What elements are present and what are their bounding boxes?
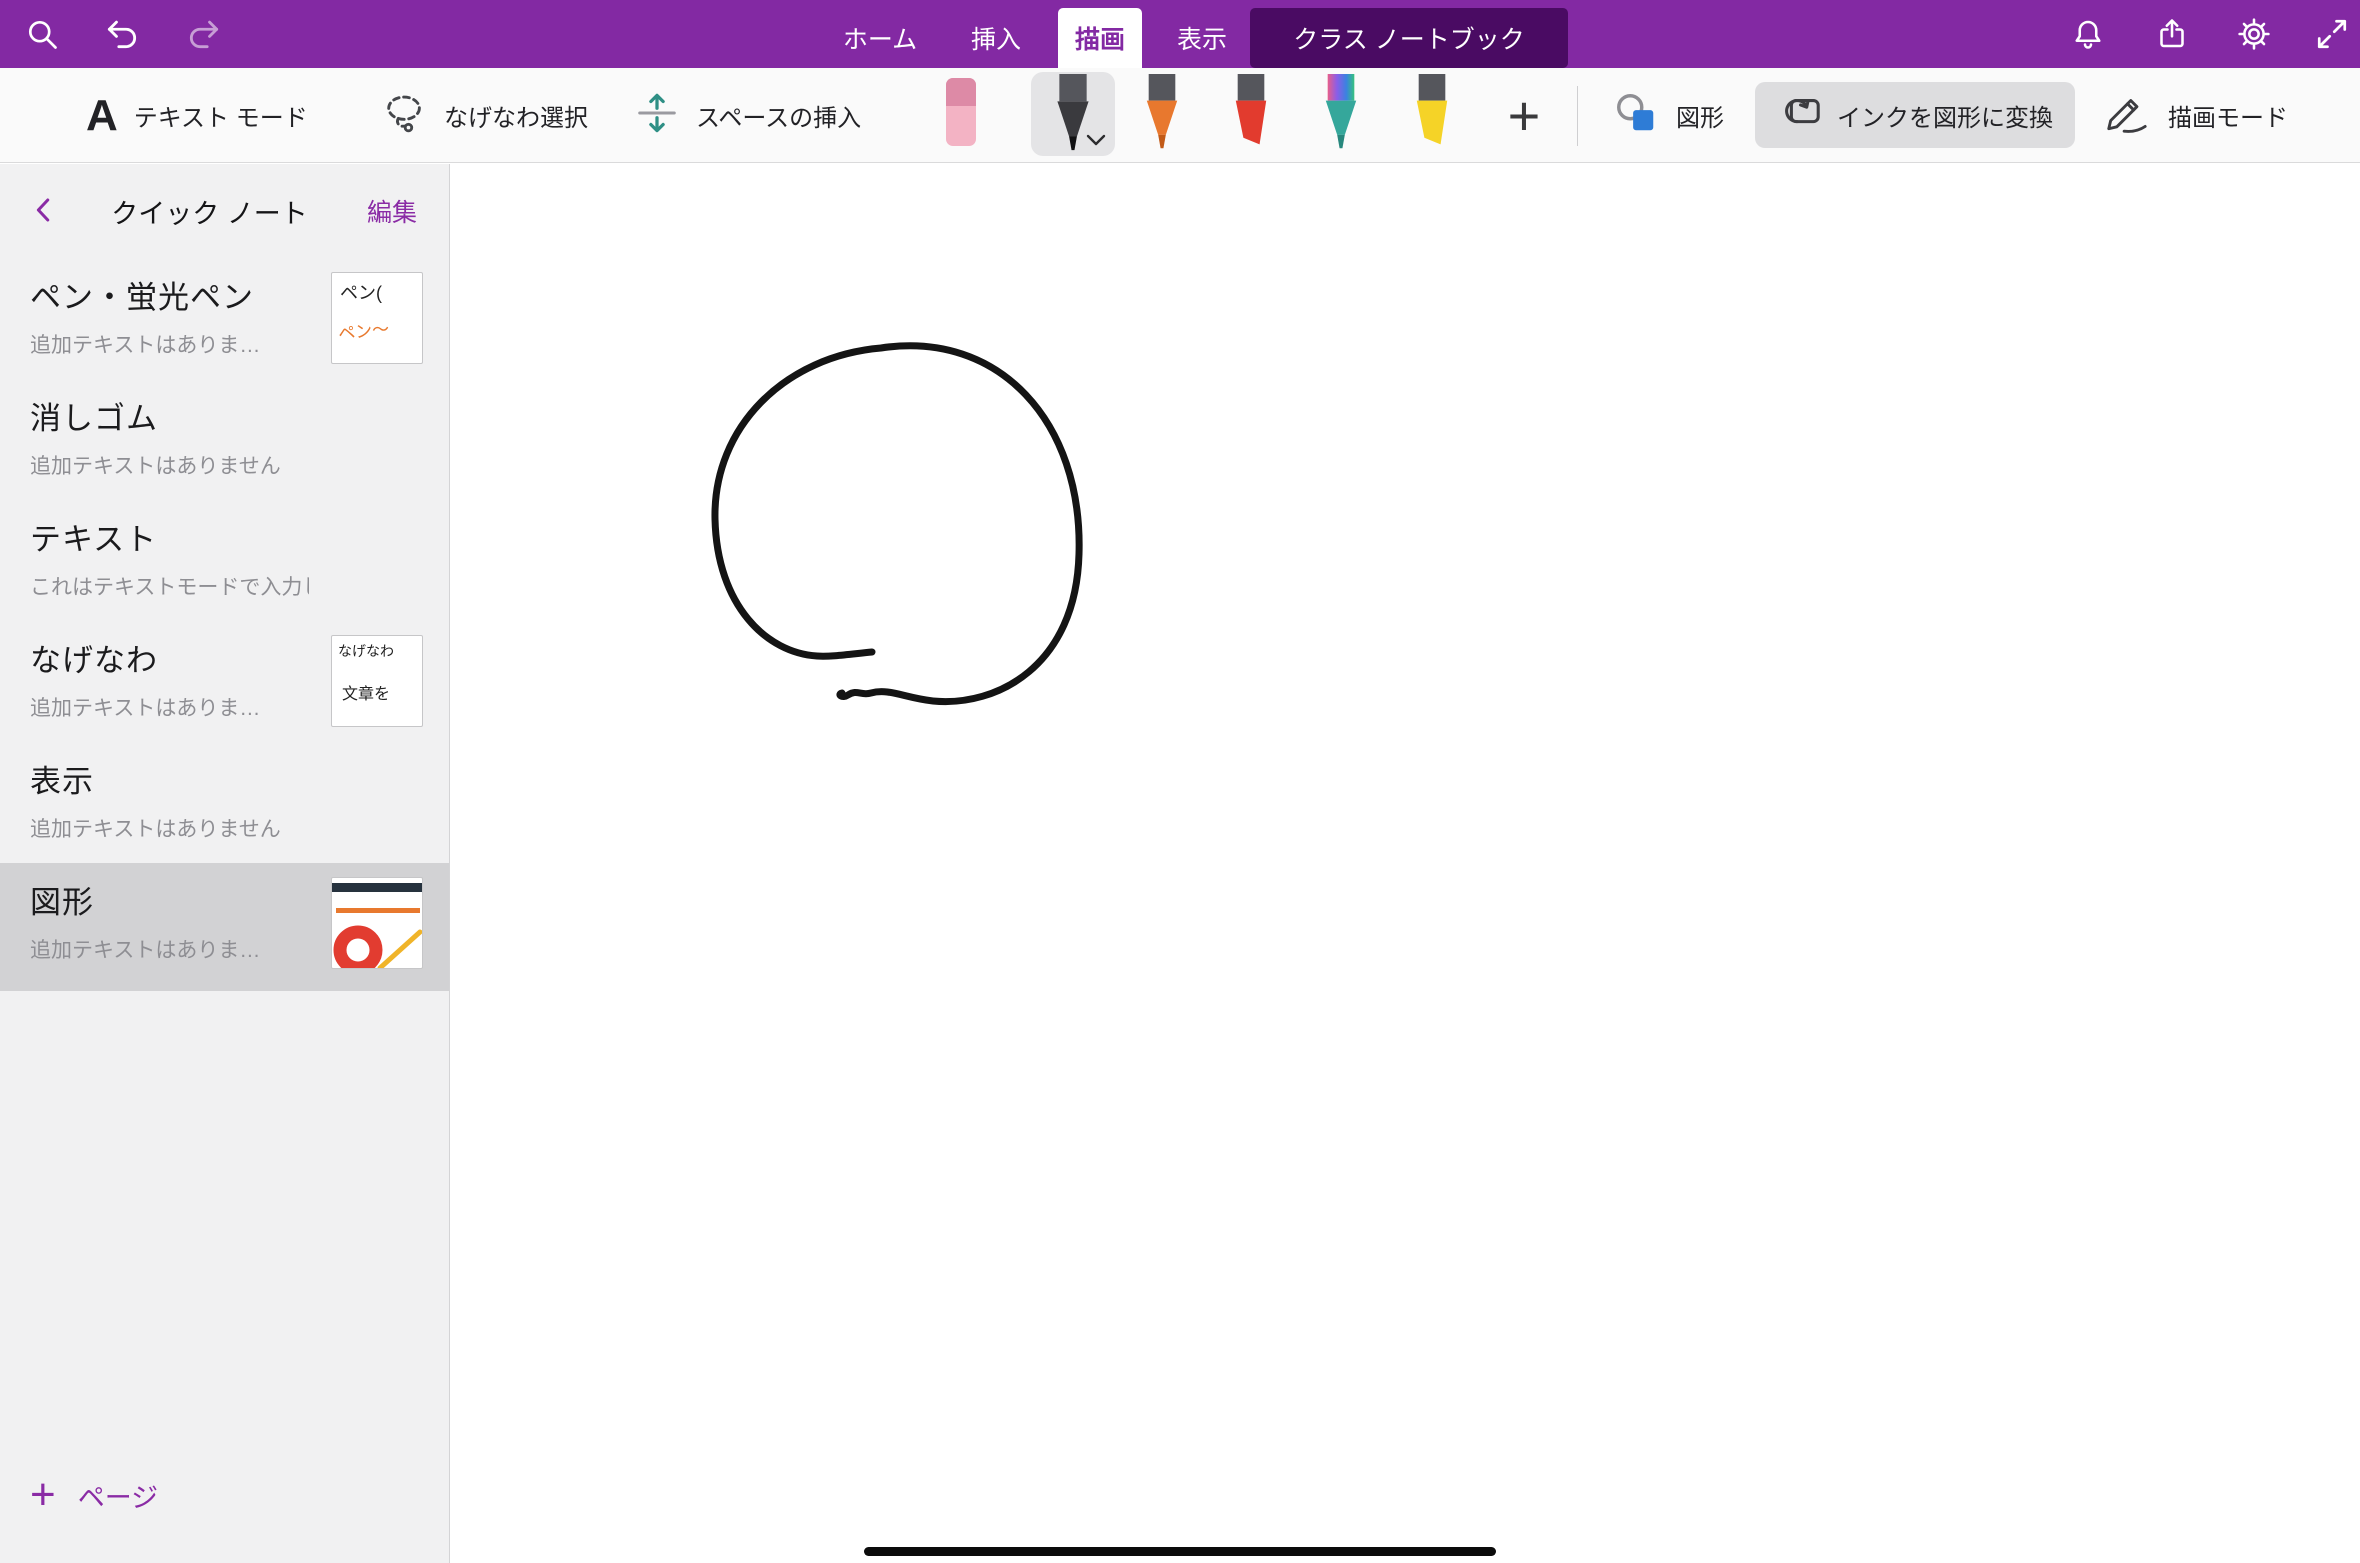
thumbnail-ink-text: なげなわ: [338, 641, 394, 661]
text-mode-button[interactable]: A テキスト モード: [86, 68, 308, 163]
page-title: 図形: [30, 877, 309, 922]
yellow-highlighter-icon: [1409, 139, 1455, 156]
page-title: 表示: [30, 756, 309, 801]
text-mode-label: テキスト モード: [134, 98, 308, 133]
page-subtitle: 追加テキストはありま…: [30, 934, 309, 964]
page-title: なげなわ: [30, 635, 309, 680]
top-navigation-bar: ホーム 挿入 描画 表示 クラス ノートブック: [0, 0, 2360, 68]
black-pen-tool[interactable]: [1031, 72, 1115, 156]
shapes-icon: [1612, 90, 1660, 141]
edit-button[interactable]: 編集: [367, 164, 417, 258]
draw-mode-button[interactable]: 描画モード: [2100, 68, 2288, 163]
sidebar-header: クイック ノート 編集: [0, 164, 449, 258]
ink-to-shape-button[interactable]: インクを図形に変換: [1755, 82, 2075, 148]
ink-to-shape-icon: [1777, 90, 1823, 141]
eraser-icon: [941, 135, 981, 152]
draw-mode-label: 描画モード: [2168, 98, 2288, 133]
thumbnail-ink-text: ペン(: [340, 279, 382, 305]
page-subtitle: これはテキストモードで入力し…: [30, 571, 309, 601]
page-list-sidebar: クイック ノート 編集 ペン・蛍光ペン 追加テキストはありま… ペン( ペン〜 …: [0, 164, 450, 1563]
lasso-icon: [382, 90, 428, 141]
page-item-view[interactable]: 表示 追加テキストはありません: [0, 742, 449, 863]
home-indicator[interactable]: [864, 1547, 1496, 1556]
page-thumbnail: [331, 877, 423, 969]
share-button[interactable]: [2148, 10, 2196, 58]
rainbow-pen-tool[interactable]: [1318, 74, 1364, 157]
orange-pen-tool[interactable]: [1139, 74, 1185, 157]
bell-icon: [2070, 16, 2106, 52]
chevron-down-icon: [1085, 133, 1107, 154]
page-list: ペン・蛍光ペン 追加テキストはありま… ペン( ペン〜 消しゴム 追加テキストは…: [0, 258, 449, 991]
page-item-shapes[interactable]: 図形 追加テキストはありま…: [0, 863, 449, 991]
plus-icon: +: [30, 1473, 56, 1517]
insert-space-label: スペースの挿入: [696, 98, 861, 133]
letter-a-icon: A: [86, 94, 118, 138]
thumbnail-ink-text: 文章を: [342, 680, 390, 704]
drawing-toolbar: A テキスト モード なげなわ選択 ス: [0, 68, 2360, 163]
toolbar-divider: [1577, 86, 1578, 146]
page-thumbnail: ペン( ペン〜: [331, 272, 423, 364]
page-item-lasso[interactable]: なげなわ 追加テキストはありま… なげなわ 文章を: [0, 621, 449, 742]
page-item-eraser[interactable]: 消しゴム 追加テキストはありません: [0, 379, 449, 500]
settings-button[interactable]: [2230, 10, 2278, 58]
page-item-text[interactable]: テキスト これはテキストモードで入力し…: [0, 500, 449, 621]
add-pen-button[interactable]: +: [1496, 68, 1552, 163]
insert-space-icon: [634, 90, 680, 141]
page-title: 消しゴム: [30, 393, 309, 438]
thumbnail-ink-text-orange: ペン〜: [337, 314, 390, 344]
page-subtitle: 追加テキストはありま…: [30, 692, 309, 722]
tab-class-notebook[interactable]: クラス ノートブック: [1250, 8, 1568, 68]
ink-to-shape-label: インクを図形に変換: [1837, 98, 2053, 133]
page-subtitle: 追加テキストはありません: [30, 813, 309, 843]
tab-view[interactable]: 表示: [1158, 8, 1246, 68]
tab-insert[interactable]: 挿入: [950, 8, 1042, 68]
chevron-left-icon: [29, 193, 59, 232]
add-page-label: ページ: [78, 1476, 158, 1515]
ink-drawing-circle: [715, 346, 1079, 702]
rainbow-pen-icon: [1318, 139, 1364, 156]
page-subtitle: 追加テキストはありません: [30, 450, 309, 480]
eraser-tool[interactable]: [941, 76, 981, 153]
lasso-select-button[interactable]: なげなわ選択: [382, 68, 588, 163]
red-highlighter-tool[interactable]: [1228, 74, 1274, 157]
thumbnail-shapes-graphic: [332, 878, 423, 969]
ink-layer: [451, 164, 2360, 1563]
shapes-label: 図形: [1676, 98, 1724, 133]
page-title: ペン・蛍光ペン: [30, 272, 309, 317]
gear-icon: [2236, 16, 2272, 52]
draw-mode-icon: [2100, 90, 2152, 141]
insert-space-button[interactable]: スペースの挿入: [634, 68, 861, 163]
notifications-button[interactable]: [2064, 10, 2112, 58]
orange-pen-icon: [1139, 139, 1185, 156]
page-thumbnail: なげなわ 文章を: [331, 635, 423, 727]
page-subtitle: 追加テキストはありま…: [30, 329, 309, 359]
notebook-section-title: クイック ノート: [60, 164, 359, 258]
ribbon-tab-bar: ホーム 挿入 描画 表示 クラス ノートブック: [0, 0, 2360, 68]
yellow-highlighter-tool[interactable]: [1409, 74, 1455, 157]
red-highlighter-icon: [1228, 139, 1274, 156]
tab-home[interactable]: ホーム: [830, 8, 930, 68]
lasso-select-label: なげなわ選択: [444, 98, 588, 133]
note-canvas[interactable]: [451, 164, 2360, 1563]
tab-draw[interactable]: 描画: [1058, 8, 1142, 68]
share-icon: [2154, 16, 2190, 52]
shapes-button[interactable]: 図形: [1612, 68, 1724, 163]
fullscreen-button[interactable]: [2308, 10, 2356, 58]
page-item-pen-highlighter[interactable]: ペン・蛍光ペン 追加テキストはありま… ペン( ペン〜: [0, 258, 449, 379]
add-page-button[interactable]: + ページ: [30, 1473, 158, 1517]
expand-icon: [2314, 16, 2350, 52]
page-title: テキスト: [30, 514, 309, 559]
onenote-app-window: ホーム 挿入 描画 表示 クラス ノートブック: [0, 0, 2360, 1563]
